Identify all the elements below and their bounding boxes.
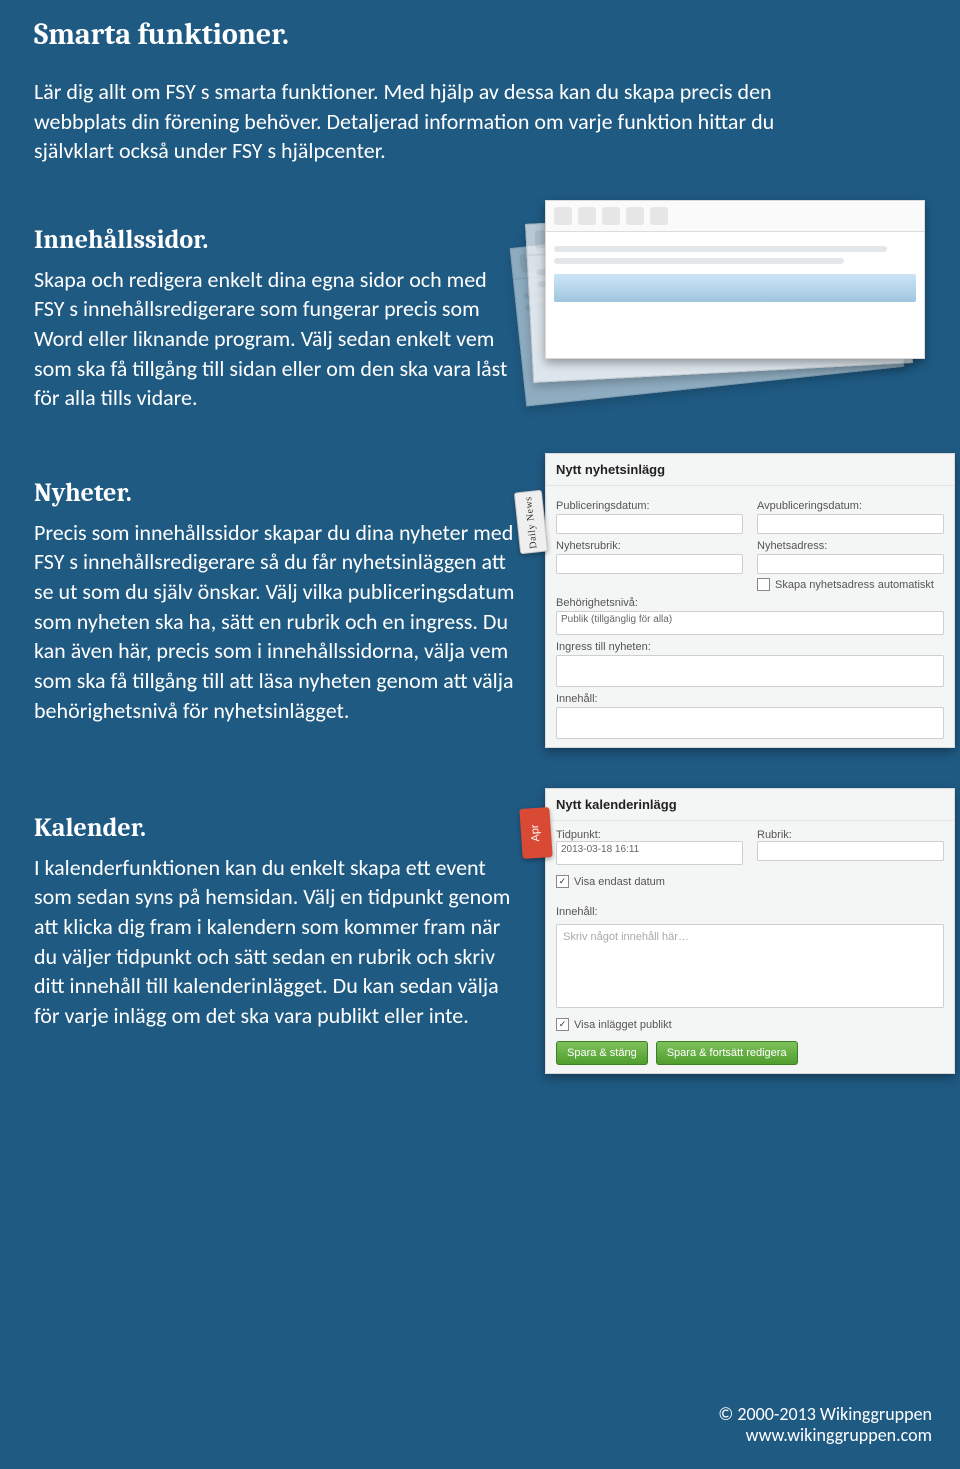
section-body: Skapa och redigera enkelt dina egna sido… <box>34 265 519 413</box>
page-title: Smarta funktioner. <box>34 18 926 51</box>
rubrik-label: Nyhetsrubrik: <box>556 540 743 552</box>
section-heading: Kalender. <box>34 814 519 843</box>
rubrik-label: Rubrik: <box>757 829 944 841</box>
nyheter-screenshot: Nytt nyhetsinlägg Publiceringsdatum: Avp… <box>545 453 955 748</box>
avpub-input[interactable] <box>757 514 944 534</box>
screenshot-heading: Nytt kalenderinlägg <box>546 789 954 821</box>
tid-input[interactable]: 2013-03-18 16:11 <box>556 841 743 865</box>
section-nyheter: Nyheter. Precis som innehållssidor skapa… <box>34 453 926 748</box>
innehall-editor[interactable] <box>556 707 944 739</box>
daily-news-icon: Daily News <box>514 490 548 555</box>
pubdate-input[interactable] <box>556 514 743 534</box>
innehall-label: Innehåll: <box>556 906 944 918</box>
kalender-screenshot: Nytt kalenderinlägg Tidpunkt: 2013-03-18… <box>545 788 955 1074</box>
publik-checkbox[interactable]: ✓Visa inlägget publikt <box>556 1018 944 1031</box>
screenshot-heading: Nytt nyhetsinlägg <box>546 454 954 486</box>
avpub-label: Avpubliceringsdatum: <box>757 500 944 512</box>
beh-select[interactable]: Publik (tillgänglig för alla) <box>556 611 944 635</box>
ingress-label: Ingress till nyheten: <box>556 641 944 653</box>
adress-label: Nyhetsadress: <box>757 540 944 552</box>
section-body: Precis som innehållssidor skapar du dina… <box>34 518 519 726</box>
ingress-input[interactable] <box>556 655 944 687</box>
page-footer: © 2000-2013 Wikinggruppen www.wikinggrup… <box>718 1404 932 1447</box>
section-heading: Nyheter. <box>34 479 519 508</box>
page-content: Smarta funktioner. Lär dig allt om FSY s… <box>0 0 960 1234</box>
intro-paragraph: Lär dig allt om FSY s smarta funktioner.… <box>34 77 854 166</box>
footer-url: www.wikinggruppen.com <box>718 1425 932 1447</box>
rubrik-input[interactable] <box>757 841 944 861</box>
save-continue-button[interactable]: Spara & fortsätt redigera <box>656 1041 798 1065</box>
pubdate-label: Publiceringsdatum: <box>556 500 743 512</box>
auto-address-checkbox[interactable]: Skapa nyhetsadress automatiskt <box>757 578 944 591</box>
section-body: I kalenderfunktionen kan du enkelt skapa… <box>34 853 519 1031</box>
endast-datum-checkbox[interactable]: ✓Visa endast datum <box>556 875 743 888</box>
innehall-editor[interactable]: Skriv något innehåll här… <box>556 924 944 1008</box>
section-innehallssidor: Innehållssidor. Skapa och redigera enkel… <box>34 200 926 413</box>
copyright-text: © 2000-2013 Wikinggruppen <box>718 1404 932 1426</box>
rubrik-input[interactable] <box>556 554 743 574</box>
beh-label: Behörighetsnivå: <box>556 597 944 609</box>
editor-screenshot <box>545 200 945 370</box>
tid-label: Tidpunkt: <box>556 829 743 841</box>
innehall-label: Innehåll: <box>556 693 944 705</box>
adress-input[interactable] <box>757 554 944 574</box>
section-kalender: Kalender. I kalenderfunktionen kan du en… <box>34 788 926 1074</box>
section-heading: Innehållssidor. <box>34 226 519 255</box>
save-close-button[interactable]: Spara & stäng <box>556 1041 648 1065</box>
calendar-month-icon: Apr <box>519 807 552 859</box>
